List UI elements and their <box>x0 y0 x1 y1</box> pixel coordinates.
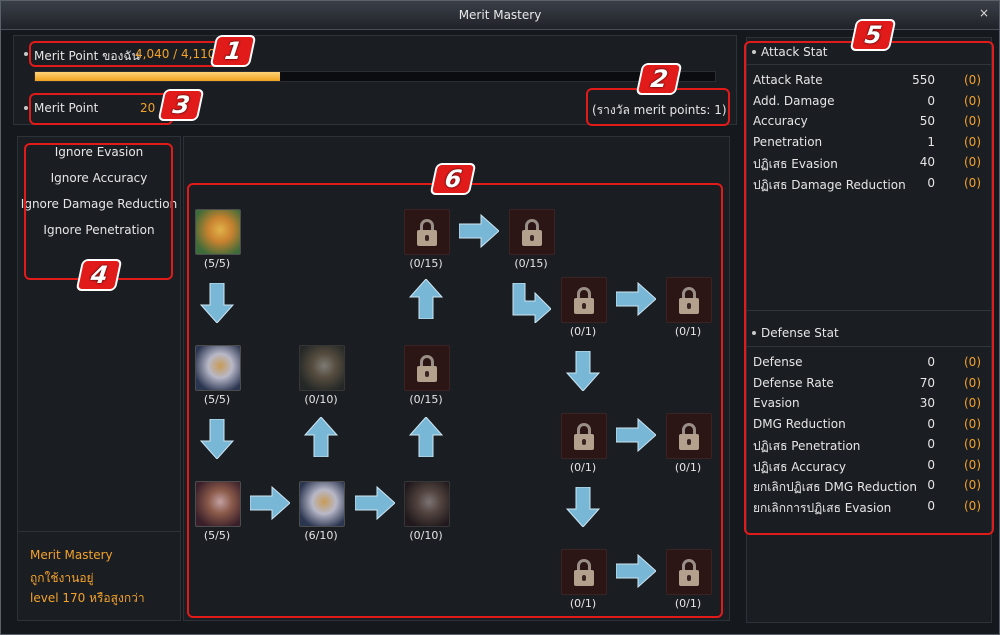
footer-requirement: level 170 หรือสูงกว่า <box>30 591 145 605</box>
bullet-icon <box>24 106 28 110</box>
bullet-icon <box>24 52 28 56</box>
title-bar[interactable]: Merit Mastery × <box>1 1 999 30</box>
callout-badge-6: 6 <box>429 163 477 195</box>
window-title: Merit Mastery <box>458 8 542 22</box>
merit-progress-fill <box>35 72 280 81</box>
merit-mastery-window: Merit Mastery × Merit Point ของฉัน 4,040… <box>0 0 1000 635</box>
callout-badge-5: 5 <box>849 19 897 51</box>
footer-status: ถูกใช้งานอยู่ <box>30 571 94 585</box>
close-icon[interactable]: × <box>977 6 991 20</box>
callout-badge-1: 1 <box>209 35 257 67</box>
merit-progress-bar <box>34 71 716 82</box>
footer-title: Merit Mastery <box>30 548 113 562</box>
highlight-box-5 <box>744 41 994 535</box>
highlight-box-6 <box>187 183 723 618</box>
callout-badge-4: 4 <box>75 259 123 291</box>
callout-badge-3: 3 <box>157 89 205 121</box>
highlight-box-1 <box>29 41 225 67</box>
info-panel: Merit Mastery ถูกใช้งานอยู่ level 170 หร… <box>17 531 181 621</box>
callout-badge-2: 2 <box>635 63 683 95</box>
highlight-box-3 <box>29 93 173 125</box>
